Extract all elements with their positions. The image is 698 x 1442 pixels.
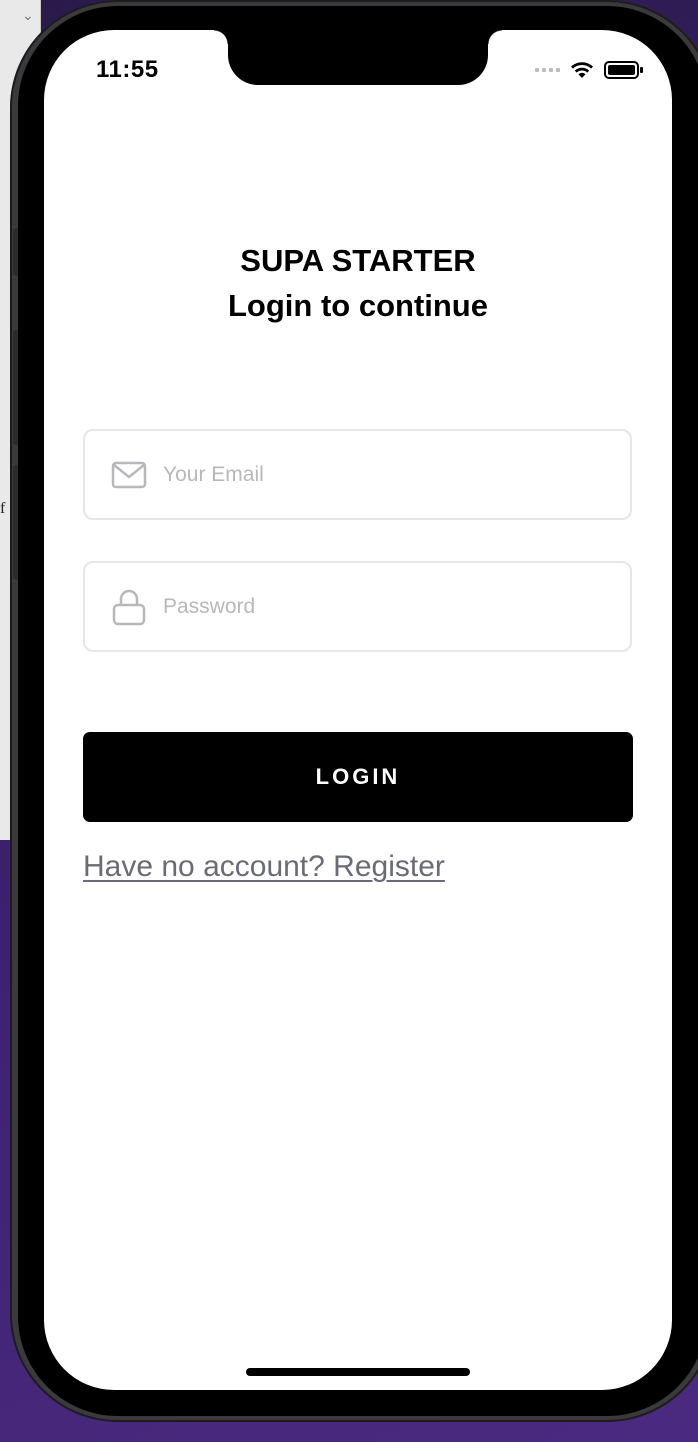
status-indicators xyxy=(535,60,644,80)
wifi-icon xyxy=(571,62,593,78)
app-screen: 11:55 SUPA STARTER Login to continue You… xyxy=(44,30,672,1390)
app-title: SUPA STARTER xyxy=(240,243,476,278)
password-input[interactable] xyxy=(161,593,605,620)
email-input[interactable] xyxy=(161,461,605,488)
mail-icon xyxy=(111,457,147,493)
background-text-fragment: f xyxy=(0,500,6,517)
camera-notch xyxy=(214,30,502,85)
home-indicator[interactable] xyxy=(246,1368,470,1376)
lock-icon xyxy=(111,589,147,625)
login-button[interactable]: LOGIN xyxy=(83,732,633,822)
chevron-down-icon: ⌄ xyxy=(22,7,34,23)
register-link[interactable]: Have no account? Register xyxy=(83,850,445,884)
cellular-signal-icon xyxy=(535,68,560,72)
battery-icon xyxy=(604,61,643,79)
email-field[interactable] xyxy=(83,429,632,520)
header: SUPA STARTER Login to continue xyxy=(44,238,672,328)
page-subtitle: Login to continue xyxy=(227,288,488,323)
password-field[interactable] xyxy=(83,561,632,652)
status-time: 11:55 xyxy=(96,56,159,83)
